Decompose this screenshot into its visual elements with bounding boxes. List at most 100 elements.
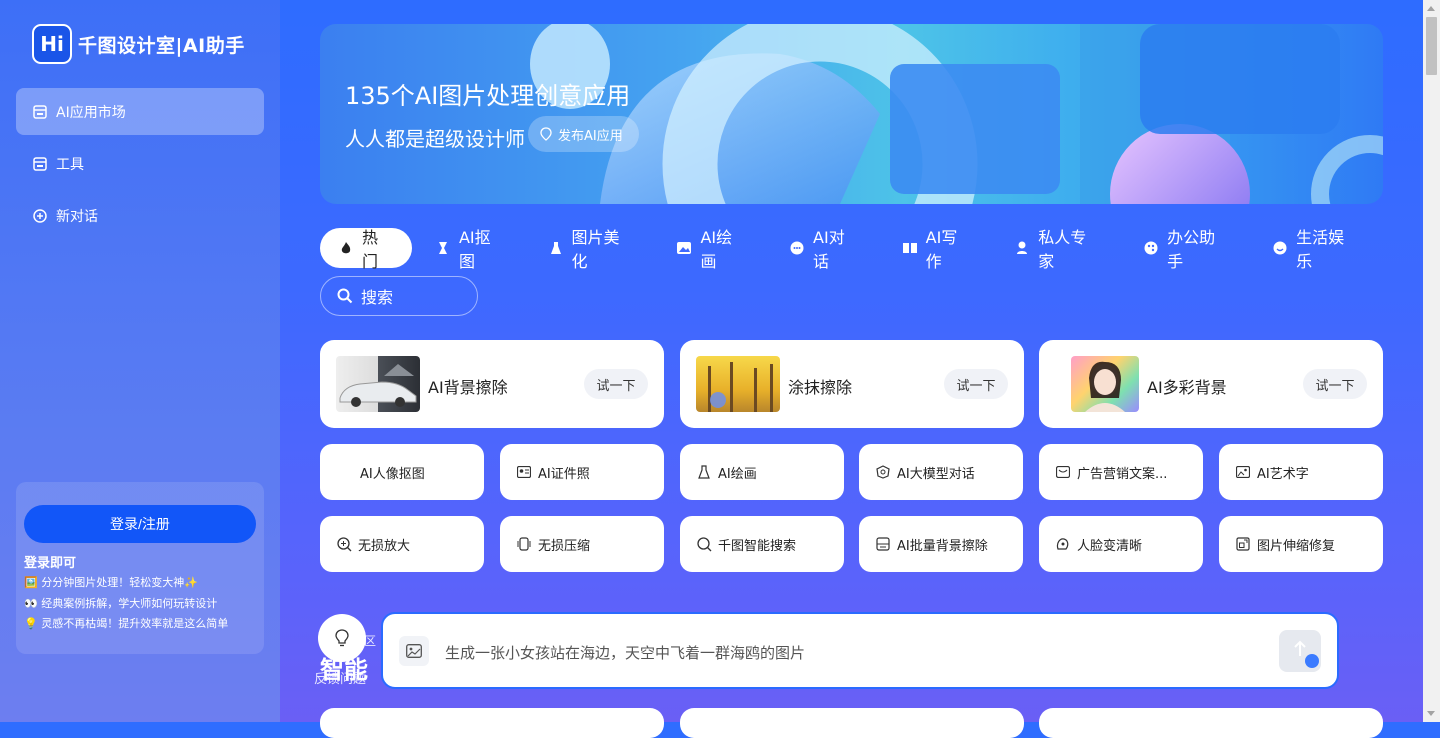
chat-icon <box>789 241 805 255</box>
image-icon <box>1235 464 1251 480</box>
tool-label: 广告营销文案... <box>1077 466 1168 482</box>
plus-circle-icon <box>32 208 48 224</box>
login-benefit: 💡 灵感不再枯竭！提升效率就是这么简单 <box>24 617 229 630</box>
prompt-input-box[interactable]: 生成一张小女孩站在海边，天空中飞着一群海鸥的图片 <box>381 612 1339 689</box>
tab-label: AI对话 <box>813 228 845 271</box>
feedback-link[interactable]: 反馈问题 <box>314 668 366 687</box>
tool-card-face-enhance[interactable]: 人脸变清晰 <box>1039 516 1203 572</box>
location-pin-icon <box>540 127 552 141</box>
tool-label: AI艺术字 <box>1257 466 1309 482</box>
tool-card-lossless-upscale[interactable]: 无损放大 <box>320 516 484 572</box>
prompt-input[interactable]: 生成一张小女孩站在海边，天空中飞着一群海鸥的图片 <box>445 642 805 663</box>
section-card[interactable] <box>680 708 1024 738</box>
category-tabs: 热门 AI抠图 图片美化 AI绘画 AI对话 AI写作 私人专家 办公助手 生活… <box>320 228 1383 271</box>
hero-banner[interactable]: 135个AI图片处理创意应用 人人都是超级设计师 发布AI应用 <box>320 24 1383 204</box>
compress-icon <box>516 536 532 552</box>
banner-title: 135个AI图片处理创意应用 <box>345 82 631 110</box>
tab-personal-expert[interactable]: 私人专家 <box>996 228 1120 271</box>
section-card[interactable] <box>1039 708 1383 738</box>
sidebar-item-label: 新对话 <box>56 208 98 225</box>
login-benefit: 👀 经典案例拆解，学大师如何玩转设计 <box>24 597 218 610</box>
featured-card-smudge-erase[interactable]: 涂抹擦除 试一下 <box>680 340 1024 428</box>
tab-ai-painting[interactable]: AI绘画 <box>658 228 766 271</box>
inspiration-button[interactable] <box>318 614 366 662</box>
sidebar-nav: AI应用市场 工具 新对话 <box>16 88 264 244</box>
tab-label: AI写作 <box>925 228 958 271</box>
tab-ai-cutout[interactable]: AI抠图 <box>417 228 525 271</box>
tool-label: AI大模型对话 <box>897 466 975 482</box>
tool-label: AI人像抠图 <box>360 466 425 482</box>
tool-card-ai-painting[interactable]: AI绘画 <box>680 444 844 500</box>
tab-ai-writing[interactable]: AI写作 <box>884 228 992 271</box>
store-icon <box>32 156 48 172</box>
upload-image-button[interactable] <box>399 636 429 666</box>
search-label: 搜索 <box>361 288 394 307</box>
try-button[interactable]: 试一下 <box>1303 369 1367 399</box>
portrait-thumbnail <box>1071 356 1139 412</box>
login-panel: 登录/注册 登录即可 🖼️ 分分钟图片处理！轻松变大神✨ 👀 经典案例拆解，学大… <box>16 482 264 654</box>
scroll-down-arrow[interactable] <box>1427 711 1435 716</box>
ad-icon <box>1055 464 1071 480</box>
try-button[interactable]: 试一下 <box>944 369 1008 399</box>
featured-card-colorful-bg[interactable]: AI多彩背景 试一下 <box>1039 340 1383 428</box>
id-card-icon <box>516 464 532 480</box>
cutout-icon <box>435 241 451 255</box>
status-dot <box>1305 654 1319 668</box>
tab-label: 热门 <box>361 228 378 271</box>
login-button[interactable]: 登录/注册 <box>24 505 256 543</box>
featured-card-bg-erase[interactable]: AI背景擦除 试一下 <box>320 340 664 428</box>
try-button[interactable]: 试一下 <box>584 369 648 399</box>
sidebar-item-tools[interactable]: 工具 <box>16 140 264 187</box>
main-content: 135个AI图片处理创意应用 人人都是超级设计师 发布AI应用 热门 AI抠图 … <box>280 0 1423 738</box>
batch-icon <box>875 536 891 552</box>
lightbulb-icon <box>335 629 349 647</box>
publish-ai-app-button[interactable]: 发布AI应用 <box>528 116 639 152</box>
tool-card-portrait-cutout[interactable]: AI人像抠图 <box>320 444 484 500</box>
tool-label: 无损压缩 <box>538 538 591 554</box>
tool-label: 图片伸缩修复 <box>1257 538 1336 554</box>
tab-ai-chat[interactable]: AI对话 <box>771 228 879 271</box>
login-title: 登录即可 <box>24 556 77 571</box>
sidebar-item-label: 工具 <box>56 156 84 173</box>
tab-label: AI绘画 <box>700 228 733 271</box>
tab-image-beautify[interactable]: 图片美化 <box>530 228 654 271</box>
tool-card-llm-chat[interactable]: AI大模型对话 <box>859 444 1023 500</box>
image-icon <box>406 644 422 658</box>
sidebar-item-new-chat[interactable]: 新对话 <box>16 192 264 239</box>
sidebar-item-ai-market[interactable]: AI应用市场 <box>16 88 264 135</box>
forest-thumbnail <box>696 356 780 412</box>
tool-card-smart-search[interactable]: 千图智能搜索 <box>680 516 844 572</box>
palette-icon <box>1143 241 1159 255</box>
search-icon <box>337 288 353 304</box>
publish-label: 发布AI应用 <box>558 128 623 144</box>
tool-label: AI证件照 <box>538 466 590 482</box>
featured-title: 涂抹擦除 <box>788 378 853 397</box>
send-button[interactable] <box>1279 630 1321 672</box>
tool-label: AI批量背景擦除 <box>897 538 988 554</box>
tab-label: AI抠图 <box>458 228 491 271</box>
arrow-up-icon <box>1293 640 1307 658</box>
banner-art <box>530 24 1383 204</box>
login-benefit: 🖼️ 分分钟图片处理！轻松变大神✨ <box>24 576 198 589</box>
tool-card-art-text[interactable]: AI艺术字 <box>1219 444 1383 500</box>
featured-title: AI多彩背景 <box>1147 378 1227 397</box>
tab-life-entertainment[interactable]: 生活娱乐 <box>1254 228 1378 271</box>
scroll-up-arrow[interactable] <box>1427 6 1435 11</box>
tab-hot[interactable]: 热门 <box>320 228 412 271</box>
tab-label: 生活娱乐 <box>1296 228 1345 271</box>
tab-label: 图片美化 <box>571 228 620 271</box>
scrollbar-thumb[interactable] <box>1426 17 1437 75</box>
tool-card-lossless-compress[interactable]: 无损压缩 <box>500 516 664 572</box>
logo-mark: Hi <box>32 24 72 64</box>
page-scrollbar[interactable] <box>1423 0 1440 722</box>
section-card[interactable] <box>320 708 664 738</box>
tab-office-assistant[interactable]: 办公助手 <box>1125 228 1249 271</box>
tab-label: 私人专家 <box>1038 228 1087 271</box>
tool-card-ad-copy[interactable]: 广告营销文案... <box>1039 444 1203 500</box>
tool-card-resize-repair[interactable]: 图片伸缩修复 <box>1219 516 1383 572</box>
search-button[interactable]: 搜索 <box>320 276 478 316</box>
tool-card-batch-bg-erase[interactable]: AI批量背景擦除 <box>859 516 1023 572</box>
tool-card-id-photo[interactable]: AI证件照 <box>500 444 664 500</box>
sidebar-item-label: AI应用市场 <box>56 104 126 121</box>
logo[interactable]: Hi 千图设计室|AI助手 <box>32 24 245 64</box>
